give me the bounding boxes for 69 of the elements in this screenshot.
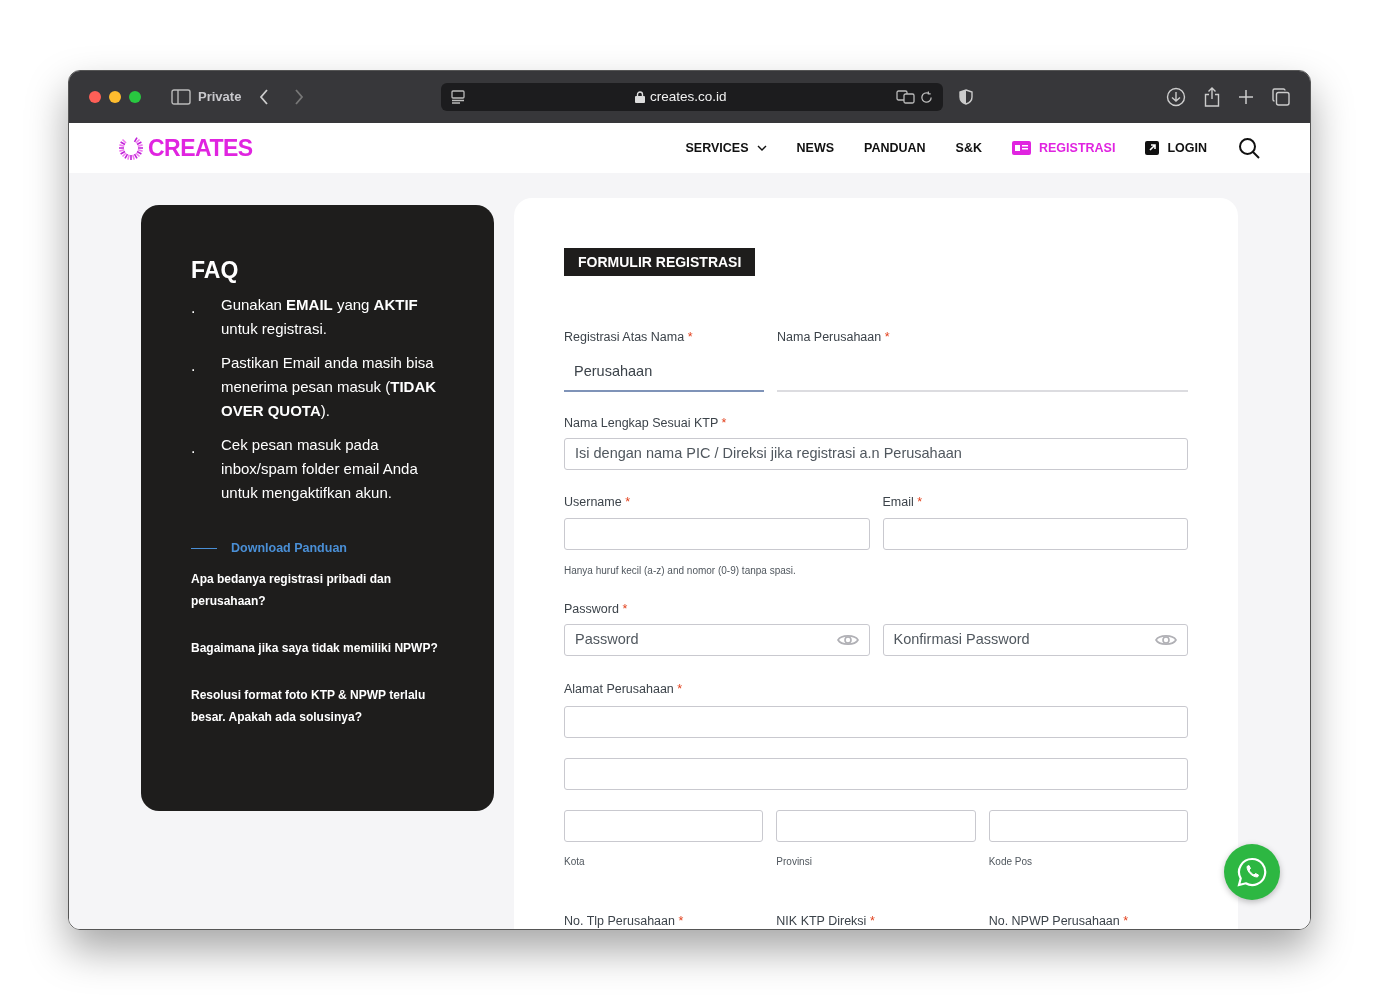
- nav-link[interactable]: SERVICES: [685, 138, 767, 158]
- private-label: Private: [198, 88, 242, 107]
- password-field[interactable]: Password: [564, 624, 870, 656]
- logo-text[interactable]: CREATES: [148, 130, 253, 166]
- plus-icon[interactable]: [1238, 89, 1254, 105]
- minimize-button[interactable]: [109, 91, 121, 103]
- download-icon[interactable]: [1166, 87, 1186, 107]
- lock-icon: [635, 91, 646, 103]
- maximize-button[interactable]: [129, 91, 141, 103]
- faq-tip: Pastikan Email anda masih bisa menerima pesan masuk (TIDAK OVER QUOTA).: [221, 353, 438, 421]
- field-label: Nama Perusahaan *: [777, 331, 891, 344]
- faq-question[interactable]: Resolusi format foto KTP & NPWP terlalu besar. Apakah ada solusinya?: [191, 683, 441, 728]
- share-icon[interactable]: [1204, 87, 1220, 107]
- input-field[interactable]: Isi dengan nama PIC / Direksi jika registrasi a.n Perusahaan: [564, 438, 1188, 470]
- field-label: Alamat Perusahaan *: [564, 683, 684, 696]
- reader-icon[interactable]: [451, 90, 466, 104]
- input-field[interactable]: [564, 517, 870, 550]
- select-field[interactable]: Perusahaan: [564, 353, 764, 392]
- field-label: Registrasi Atas Nama *: [564, 331, 694, 344]
- input-field[interactable]: [564, 757, 1188, 790]
- field-label: Username *: [564, 496, 632, 509]
- external-link-icon: [1145, 141, 1160, 155]
- tabs-icon[interactable]: [1272, 88, 1290, 106]
- faq-question[interactable]: Bagaimana jika saya tidak memiliki NPWP?: [191, 636, 441, 659]
- faq-question[interactable]: Apa bedanya registrasi pribadi dan perusahaan?: [191, 567, 441, 612]
- field-label: NIK KTP Direksi *: [776, 914, 876, 927]
- forward-icon[interactable]: [294, 89, 305, 105]
- id-card-icon: [1012, 141, 1031, 155]
- field-label: Email *: [882, 496, 924, 509]
- input-field[interactable]: [564, 705, 1188, 738]
- reload-icon[interactable]: [920, 90, 934, 104]
- download-link[interactable]: Download Panduan: [231, 539, 347, 558]
- form-title: FORMULIR REGISTRASI: [564, 248, 756, 276]
- chat-button[interactable]: [1224, 844, 1280, 900]
- url-text: creates.co.id: [650, 87, 727, 106]
- nav-link[interactable]: PANDUAN: [864, 138, 926, 158]
- bullet-icon: .: [191, 433, 221, 505]
- input-field[interactable]: [988, 809, 1188, 842]
- nav-link[interactable]: NEWS: [796, 138, 834, 158]
- search-icon[interactable]: [1239, 137, 1260, 159]
- chevron-down-icon: [756, 145, 767, 151]
- bullet-icon: .: [191, 293, 221, 341]
- nav-link[interactable]: REGISTRASI: [1012, 138, 1116, 158]
- bullet-icon: .: [191, 351, 221, 423]
- faq-tip: Gunakan EMAIL yang AKTIF untuk registrasi.: [221, 295, 419, 339]
- field-caption: Provinsi: [776, 854, 813, 869]
- password-field[interactable]: Konfirmasi Password: [882, 624, 1188, 656]
- field-caption: Kota: [564, 854, 586, 869]
- whatsapp-icon: [1236, 856, 1268, 888]
- nav-link[interactable]: LOGIN: [1145, 138, 1207, 158]
- field-label: Nama Lengkap Sesuai KTP *: [564, 416, 728, 429]
- address-bar[interactable]: creates.co.id: [441, 83, 944, 111]
- logo-icon[interactable]: [117, 134, 145, 162]
- sidebar-icon[interactable]: [171, 89, 191, 105]
- translate-icon[interactable]: [896, 90, 917, 104]
- faq-title: FAQ: [191, 256, 240, 285]
- field-hint: Hanya huruf kecil (a-z) and nomor (0-9) tanpa spasi.: [564, 563, 797, 578]
- field-caption: Kode Pos: [988, 854, 1034, 869]
- input-field[interactable]: [564, 809, 764, 842]
- nav-link[interactable]: S&K: [955, 138, 982, 158]
- shield-icon[interactable]: [959, 89, 974, 105]
- field-label: No. NPWP Perusahaan *: [988, 914, 1130, 927]
- field-label: No. Tlp Perusahaan *: [564, 914, 685, 927]
- field-label: Password *: [564, 602, 629, 615]
- input-field[interactable]: [882, 517, 1188, 550]
- faq-tip: Cek pesan masuk pada inbox/spam folder email Anda untuk mengaktifkan akun.: [221, 435, 419, 503]
- close-button[interactable]: [89, 91, 101, 103]
- back-icon[interactable]: [259, 89, 270, 105]
- input-field[interactable]: [776, 809, 976, 842]
